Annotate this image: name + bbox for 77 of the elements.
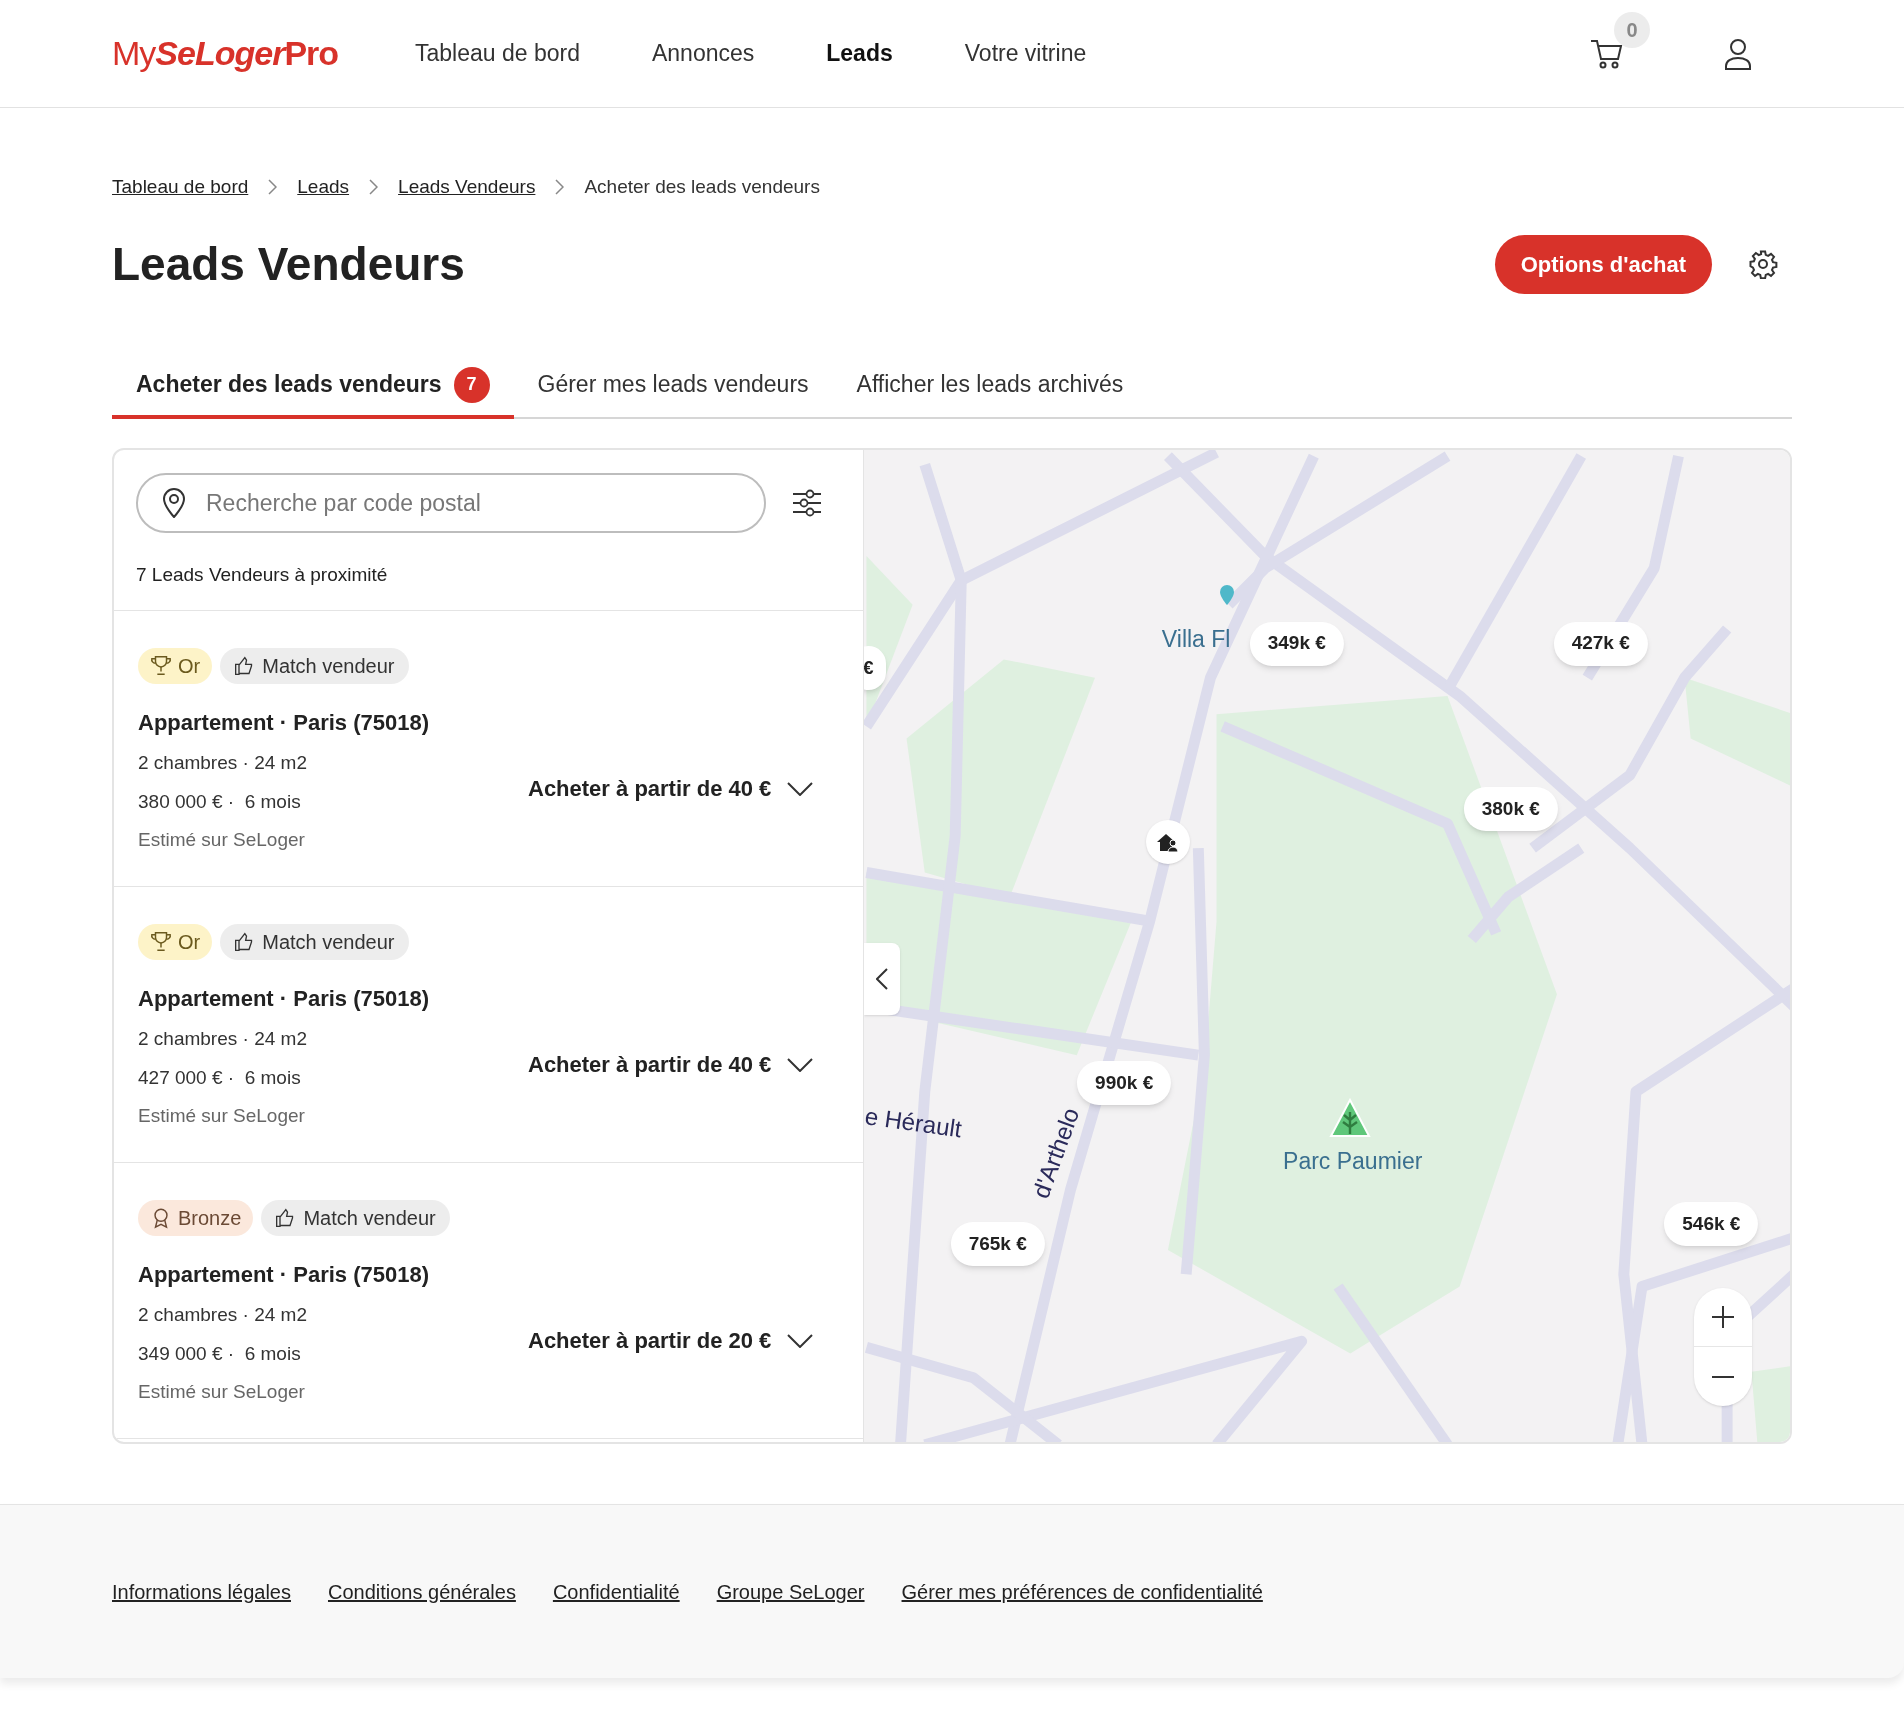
nav-link[interactable]: Annonces [651, 36, 755, 71]
results-count: 7 Leads Vendeurs à proximité [114, 561, 863, 611]
tier-tag: Or [138, 648, 213, 684]
lead-title: Appartement · Paris (75018) [138, 1261, 430, 1289]
price-pin[interactable]: 380k € [1463, 787, 1558, 832]
map-label: e Hérault [864, 1101, 965, 1145]
count-badge: 7 [453, 366, 490, 403]
nav-link[interactable]: Tableau de bord [415, 36, 580, 71]
lead-title: Appartement · Paris (75018) [138, 985, 430, 1013]
footer-link[interactable]: Confidentialité [552, 1577, 680, 1607]
chevron-down-icon [787, 1057, 814, 1072]
lead-estimate: Estimé sur SeLoger [138, 1104, 306, 1128]
house-person-icon [1155, 832, 1180, 853]
collapse-panel-button[interactable] [864, 943, 900, 1015]
price-pin[interactable]: 349k € [1249, 621, 1344, 666]
nav-link[interactable]: Votre vitrine [964, 36, 1087, 71]
cart-icon[interactable] [1590, 37, 1624, 70]
breadcrumb-link[interactable]: Tableau de bord [112, 172, 249, 202]
nav-link[interactable]: Leads [826, 36, 893, 71]
breadcrumb-current: Acheter des leads vendeurs [584, 174, 820, 199]
trophy-icon [150, 655, 172, 677]
match-tag: Match vendeur [261, 1200, 450, 1236]
chevron-right-icon [268, 179, 278, 195]
lead-price: 380 000 € · 6 mois [138, 789, 302, 814]
buy-lead-button[interactable]: Acheter à partir de 40 € [528, 772, 814, 805]
match-tag: Match vendeur [220, 648, 409, 684]
price-pin[interactable]: 427k € [1553, 621, 1648, 666]
tab[interactable]: Afficher les leads archivés [832, 354, 1148, 419]
trophy-icon [150, 931, 172, 953]
lead-title: Appartement · Paris (75018) [138, 709, 430, 737]
breadcrumb-link[interactable]: Leads Vendeurs [398, 172, 536, 202]
tab[interactable]: Acheter des leads vendeurs 7 [112, 354, 514, 419]
tab[interactable]: Gérer mes leads vendeurs [513, 354, 833, 419]
lead-price: 427 000 € · 6 mois [138, 1065, 302, 1090]
price-pin[interactable]: 546k € [1664, 1202, 1759, 1247]
search-field[interactable]: Recherche par code postal [136, 473, 766, 533]
chevron-right-icon [555, 179, 565, 195]
tree-icon [1329, 1098, 1372, 1139]
filter-icon[interactable] [792, 489, 822, 517]
thumbs-up-icon [234, 932, 255, 952]
footer-link[interactable]: Groupe SeLoger [716, 1577, 865, 1607]
footer-link[interactable]: Conditions générales [328, 1577, 516, 1607]
footer-link[interactable]: Informations légales [112, 1577, 291, 1607]
logo[interactable]: MySeLogerPro [112, 28, 415, 79]
tier-tag: Or [138, 924, 213, 960]
buy-lead-button[interactable]: Acheter à partir de 40 € [528, 1048, 814, 1081]
lead-price: 349 000 € · 6 mois [138, 1341, 302, 1366]
lead-details: 2 chambres · 24 m2 [138, 751, 308, 775]
settings-icon[interactable] [1748, 249, 1778, 279]
map-marker-icon [1219, 583, 1236, 606]
price-pin[interactable]: 990k € [1077, 1061, 1172, 1106]
chevron-down-icon [787, 781, 814, 796]
agent-house-marker[interactable] [1145, 820, 1190, 865]
chevron-down-icon [787, 1333, 814, 1348]
page-title: Leads Vendeurs [112, 236, 465, 292]
minus-icon [1711, 1374, 1735, 1379]
breadcrumb-link[interactable]: Leads [297, 172, 350, 202]
map-label: Villa Fl [1161, 624, 1231, 654]
price-pin[interactable]: 765k € [950, 1221, 1045, 1266]
lead-estimate: Estimé sur SeLoger [138, 1380, 306, 1404]
lead-details: 2 chambres · 24 m2 [138, 1027, 308, 1051]
user-icon[interactable] [1724, 37, 1752, 70]
cart-count-badge: 0 [1614, 11, 1650, 48]
tier-tag: Bronze [138, 1200, 254, 1236]
chevron-right-icon [369, 179, 379, 195]
thumbs-up-icon [275, 1208, 296, 1228]
thumbs-up-icon [234, 656, 255, 676]
purchase-options-button[interactable]: Options d'achat [1494, 234, 1712, 294]
plus-icon [1711, 1305, 1735, 1329]
buy-lead-button[interactable]: Acheter à partir de 20 € [528, 1324, 814, 1357]
map-label: Parc Paumier [1283, 1146, 1423, 1176]
location-pin-icon [162, 488, 186, 518]
lead-details: 2 chambres · 24 m2 [138, 1303, 308, 1327]
footer-link[interactable]: Gérer mes préférences de confidentialité [901, 1577, 1263, 1607]
chevron-left-icon [876, 968, 888, 990]
match-tag: Match vendeur [220, 924, 409, 960]
lead-estimate: Estimé sur SeLoger [138, 828, 306, 852]
